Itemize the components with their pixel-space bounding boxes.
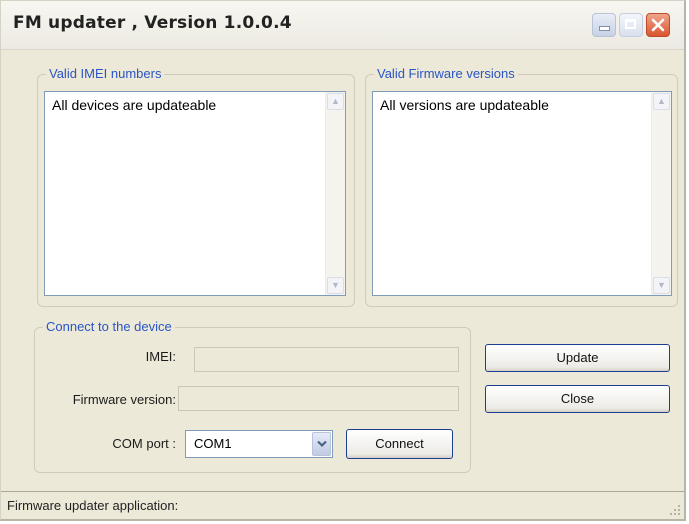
close-button-label: Close bbox=[560, 391, 595, 406]
list-item[interactable]: All devices are updateable bbox=[52, 97, 216, 113]
com-port-select[interactable]: COM1 bbox=[185, 430, 333, 458]
imei-scrollbar[interactable]: ▲ ▼ bbox=[325, 92, 345, 295]
firmware-group-legend: Valid Firmware versions bbox=[374, 66, 518, 81]
com-port-value: COM1 bbox=[194, 436, 232, 451]
size-grip-icon[interactable] bbox=[669, 504, 681, 516]
com-port-label: COM port : bbox=[112, 436, 176, 451]
app-window: FM updater , Version 1.0.0.4 Valid IMEI … bbox=[0, 0, 686, 521]
scroll-up-icon[interactable]: ▲ bbox=[327, 93, 344, 110]
scroll-down-icon[interactable]: ▼ bbox=[653, 277, 670, 294]
imei-field[interactable] bbox=[194, 347, 459, 372]
connect-groupbox: Connect to the device IMEI: Firmware ver… bbox=[34, 319, 471, 473]
firmware-version-field[interactable] bbox=[178, 386, 459, 411]
connect-button[interactable]: Connect bbox=[346, 429, 453, 459]
status-bar: Firmware updater application: bbox=[1, 491, 684, 519]
scroll-down-icon[interactable]: ▼ bbox=[327, 277, 344, 294]
firmware-scrollbar[interactable]: ▲ ▼ bbox=[651, 92, 671, 295]
window-title: FM updater , Version 1.0.0.4 bbox=[13, 13, 292, 33]
title-bar[interactable]: FM updater , Version 1.0.0.4 bbox=[1, 1, 684, 50]
imei-listbox[interactable]: All devices are updateable ▲ ▼ bbox=[44, 91, 346, 296]
connect-group-legend: Connect to the device bbox=[43, 319, 175, 334]
firmware-version-label: Firmware version: bbox=[72, 392, 176, 407]
chevron-down-icon[interactable] bbox=[312, 432, 331, 456]
minimize-icon[interactable] bbox=[592, 13, 616, 37]
scroll-up-icon[interactable]: ▲ bbox=[653, 93, 670, 110]
close-icon[interactable] bbox=[646, 13, 670, 37]
maximize-icon[interactable] bbox=[619, 13, 643, 37]
firmware-groupbox: Valid Firmware versions All versions are… bbox=[365, 66, 678, 307]
imei-label: IMEI: bbox=[145, 349, 176, 364]
list-item[interactable]: All versions are updateable bbox=[380, 97, 549, 113]
update-button[interactable]: Update bbox=[485, 344, 670, 372]
connect-button-label: Connect bbox=[375, 436, 424, 451]
imei-group-legend: Valid IMEI numbers bbox=[46, 66, 165, 81]
imei-groupbox: Valid IMEI numbers All devices are updat… bbox=[37, 66, 355, 307]
status-text: Firmware updater application: bbox=[7, 498, 179, 513]
close-button[interactable]: Close bbox=[485, 385, 670, 413]
update-button-label: Update bbox=[556, 350, 599, 365]
firmware-listbox[interactable]: All versions are updateable ▲ ▼ bbox=[372, 91, 672, 296]
